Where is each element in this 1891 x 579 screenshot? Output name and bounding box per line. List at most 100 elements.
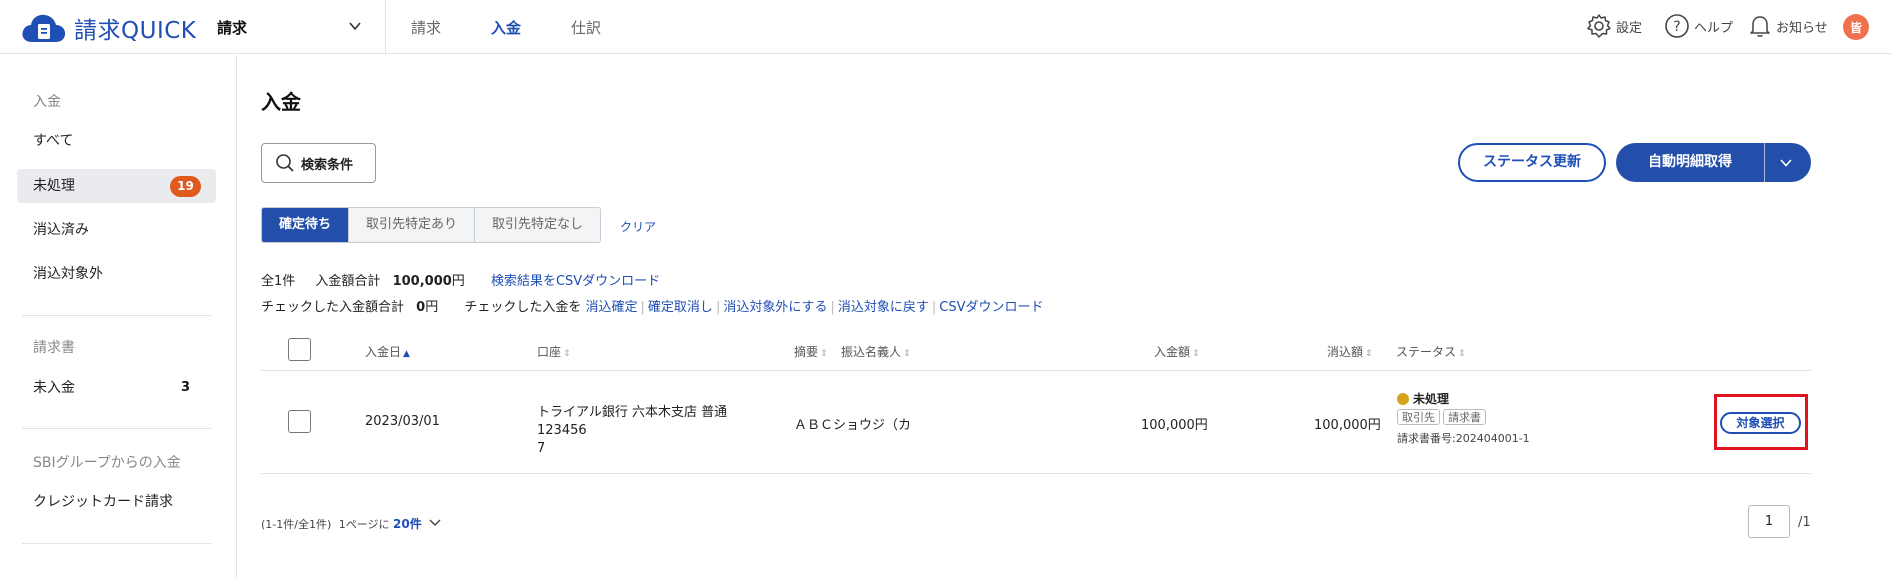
column-header-payer[interactable]: 振込名義人 ⇕ xyxy=(841,343,911,360)
column-header-label: 消込額 xyxy=(1327,345,1364,359)
sort-icon[interactable]: ⇕ xyxy=(563,349,571,359)
row-reconciled: 100,000円 xyxy=(1314,418,1381,433)
action-csv-download-link[interactable]: CSVダウンロード xyxy=(939,300,1043,315)
column-header-label: ステータス xyxy=(1396,345,1457,359)
sidebar-item-reconciled[interactable]: 消込済み xyxy=(17,213,216,247)
nav-payment[interactable]: 入金 xyxy=(491,17,521,38)
chip-invoice: 請求書 xyxy=(1443,409,1486,425)
divider xyxy=(385,0,386,54)
checked-amount-label: チェックした入金額合計 xyxy=(261,300,405,315)
page-number-input[interactable]: 1 xyxy=(1748,505,1790,538)
divider xyxy=(22,315,211,316)
divider xyxy=(22,428,211,429)
sidebar-item-all[interactable]: すべて xyxy=(17,124,216,158)
sort-icon[interactable]: ⇕ xyxy=(1192,349,1200,359)
nav-invoice[interactable]: 請求 xyxy=(411,17,441,38)
filter-tabs: 確定待ち 取引先特定あり 取引先特定なし xyxy=(261,207,602,243)
column-header-reconciled[interactable]: 消込額 ⇕ xyxy=(1327,343,1373,360)
sort-icon[interactable]: ⇕ xyxy=(1458,349,1466,359)
page-total: /1 xyxy=(1798,515,1811,530)
column-header-amount[interactable]: 入金額 ⇕ xyxy=(1154,343,1200,360)
divider xyxy=(261,370,1811,371)
page-title: 入金 xyxy=(261,90,301,114)
brand-name: 請求QUICK xyxy=(74,18,197,44)
notice-link[interactable]: お知らせ xyxy=(1748,13,1828,39)
row-account: トライアル銀行 六本木支店 普通123456 7 xyxy=(537,404,772,458)
auto-fetch-label[interactable]: 自動明細取得 xyxy=(1616,143,1764,182)
sort-icon[interactable]: ⇕ xyxy=(820,349,828,359)
sidebar-item-credit-card[interactable]: クレジットカード請求 xyxy=(17,485,216,519)
sidebar-item-label: クレジットカード請求 xyxy=(33,494,173,510)
status-label: 未処理 xyxy=(1413,392,1450,406)
select-target-button[interactable]: 対象選択 xyxy=(1720,412,1801,434)
yen-unit: 円 xyxy=(451,274,465,289)
sidebar-item-excluded[interactable]: 消込対象外 xyxy=(17,257,216,291)
status-update-button[interactable]: ステータス更新 xyxy=(1458,143,1606,182)
select-all-checkbox[interactable] xyxy=(288,338,311,361)
total-count: 全1件 xyxy=(261,274,296,289)
tab-partner-identified[interactable]: 取引先特定あり xyxy=(349,208,476,242)
cloud-logo-icon xyxy=(22,14,66,42)
checked-amount-value: 0 xyxy=(416,300,426,315)
chevron-down-icon[interactable] xyxy=(348,19,362,33)
invoice-number: 請求書番号:202404001-1 xyxy=(1397,432,1530,445)
chevron-down-icon[interactable] xyxy=(1779,156,1793,170)
row-date: 2023/03/01 xyxy=(365,414,440,429)
summary-line: 全1件 入金額合計 100,000円 検索結果をCSVダウンロード xyxy=(261,270,660,289)
sidebar-item-unprocessed[interactable]: 未処理 19 xyxy=(17,169,216,203)
status-dot-icon xyxy=(1397,393,1409,405)
row-checkbox[interactable] xyxy=(288,410,311,433)
sort-icon[interactable]: ⇕ xyxy=(1365,349,1373,359)
sidebar-item-label: 消込済み xyxy=(33,222,89,238)
sidebar-item-label: 消込対象外 xyxy=(33,266,103,282)
chevron-down-icon[interactable] xyxy=(429,518,441,528)
sidebar-section-payment: 入金 xyxy=(33,94,61,110)
per-page-select[interactable]: 20件 xyxy=(393,517,422,531)
sidebar-section-sbi: SBIグループからの入金 xyxy=(33,455,181,471)
nav-journal[interactable]: 仕訳 xyxy=(571,17,601,38)
row-account-line2: 7 xyxy=(537,441,546,456)
sort-icon[interactable]: ⇕ xyxy=(903,349,911,359)
count-value: 3 xyxy=(180,380,190,395)
csv-search-download-link[interactable]: 検索結果をCSVダウンロード xyxy=(491,274,660,289)
amount-label: 入金額合計 xyxy=(315,274,381,289)
sort-asc-icon[interactable]: ▲ xyxy=(403,349,410,359)
brand-logo[interactable]: 請求QUICK xyxy=(20,11,196,45)
tab-partner-unidentified[interactable]: 取引先特定なし xyxy=(475,208,601,242)
help-link[interactable]: ? ヘルプ xyxy=(1664,13,1733,39)
auto-fetch-button[interactable]: 自動明細取得 xyxy=(1616,143,1811,182)
column-header-label: 口座 xyxy=(537,345,562,359)
action-cancel-confirm-link[interactable]: 確定取消し xyxy=(648,300,713,315)
clear-link[interactable]: クリア xyxy=(620,218,656,235)
column-header-account[interactable]: 口座 ⇕ xyxy=(537,343,571,360)
search-conditions-button[interactable]: 検索条件 xyxy=(261,143,376,183)
help-icon: ? xyxy=(1665,14,1689,38)
column-header-status[interactable]: ステータス ⇕ xyxy=(1396,343,1466,360)
column-header-label: 入金日 xyxy=(365,345,402,359)
row-account-line1: トライアル銀行 六本木支店 普通123456 xyxy=(537,405,728,438)
sidebar-section-invoice: 請求書 xyxy=(33,340,75,356)
notice-label: お知らせ xyxy=(1776,20,1828,36)
checked-summary-line: チェックした入金額合計 0円 チェックした入金を 消込確定 | 確定取消し | 消込対象… xyxy=(261,300,1044,315)
column-header-memo[interactable]: 摘要 ⇕ xyxy=(794,343,828,360)
amount-value: 100,000 xyxy=(392,274,452,289)
settings-link[interactable]: 設定 xyxy=(1586,13,1642,39)
divider xyxy=(22,543,211,544)
avatar[interactable]: 皆 xyxy=(1843,14,1869,40)
row-status: 未処理 取引先 請求書 請求書番号:202404001-1 xyxy=(1397,390,1530,446)
row-amount: 100,000円 xyxy=(1141,418,1208,433)
action-restore-link[interactable]: 消込対象に戻す xyxy=(838,300,929,315)
column-header-date[interactable]: 入金日 ▲ xyxy=(365,343,410,360)
sidebar-item-unpaid[interactable]: 未入金 3 xyxy=(17,371,216,405)
per-page-label: 1ページに xyxy=(338,518,390,531)
action-confirm-link[interactable]: 消込確定 xyxy=(586,300,638,315)
action-exclude-link[interactable]: 消込対象外にする xyxy=(723,300,827,315)
row-payer: ＡＢＣショウジ（カ xyxy=(794,418,912,433)
column-header-label: 摘要 xyxy=(794,345,819,359)
svg-text:?: ? xyxy=(1673,19,1680,35)
tab-pending[interactable]: 確定待ち xyxy=(262,208,350,242)
app-selector[interactable]: 請求 xyxy=(217,17,247,38)
column-header-label: 入金額 xyxy=(1154,345,1191,359)
divider xyxy=(261,473,1811,474)
chip-partner: 取引先 xyxy=(1397,409,1440,425)
